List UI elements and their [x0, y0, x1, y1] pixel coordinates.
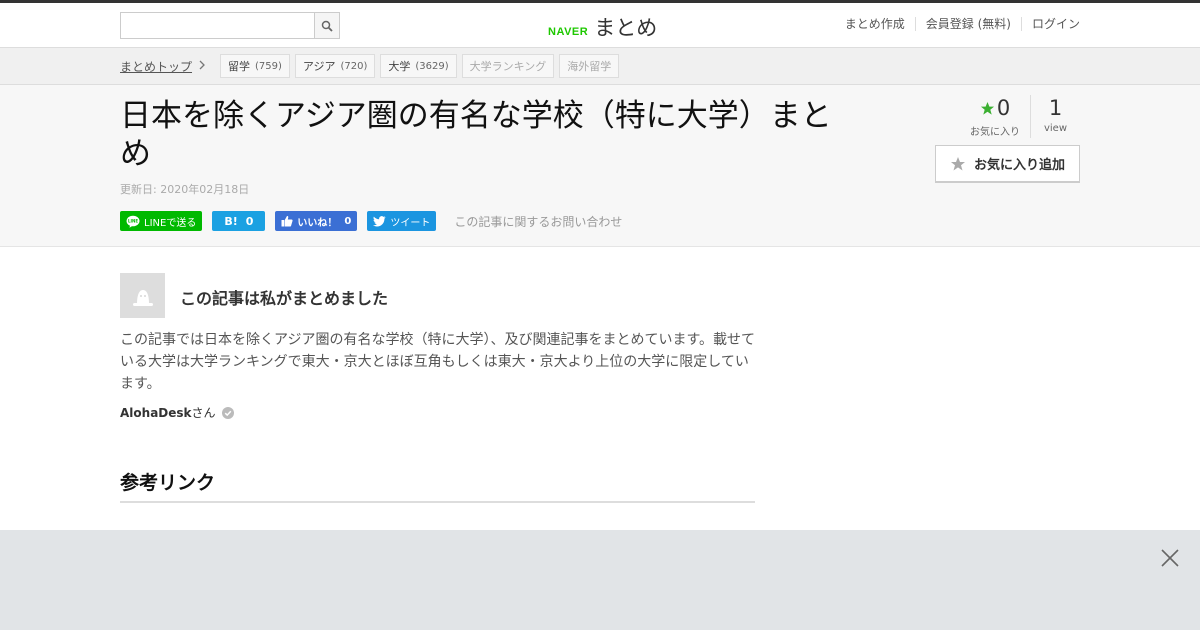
hatena-icon: B! [224, 214, 238, 228]
section-title-reference-links: 参考リンク [120, 468, 755, 503]
line-icon: LINE [126, 215, 140, 228]
star-icon [980, 101, 994, 115]
tag-label: 留学 [228, 60, 250, 73]
like-label: いいね！ [297, 217, 338, 229]
line-share-label: LINEで送る [144, 217, 197, 229]
top-bar: NAVER まとめ まとめ作成 会員登録 (無料) ログイン [0, 0, 1200, 48]
article-title: 日本を除くアジア圏の有名な学校（特に大学）まとめ [120, 98, 832, 172]
logo-matome: まとめ [594, 16, 658, 40]
create-matome-link[interactable]: まとめ作成 [835, 17, 915, 31]
favorites-label: お気に入り [970, 127, 1020, 138]
facebook-like-button[interactable]: いいね！ 0 [275, 211, 358, 231]
tag-count: (720) [340, 60, 368, 72]
author-link[interactable]: AlohaDeskさん [120, 404, 234, 421]
favorites-count: 0 [996, 96, 1011, 120]
search-icon [321, 20, 333, 32]
header-links: まとめ作成 会員登録 (無料) ログイン [835, 17, 1080, 31]
author-suffix: さん [191, 406, 216, 420]
star-icon [950, 156, 965, 170]
article-stats: 0 お気に入り 1 view [960, 95, 1080, 138]
views-count: 1 [1048, 96, 1063, 120]
search-input[interactable] [121, 13, 314, 38]
add-favorite-label: お気に入り追加 [973, 158, 1065, 173]
breadcrumb-bar: まとめトップ 留学 (759) アジア (720) 大学 (3629) 大学ラン… [0, 48, 1200, 85]
tag-label: 海外留学 [567, 60, 612, 73]
svg-text:LINE: LINE [128, 218, 138, 223]
like-count: 0 [344, 215, 352, 227]
views-label: view [1043, 123, 1068, 134]
tag-study-abroad[interactable]: 海外留学 [559, 54, 620, 78]
tweet-label: ツイート [390, 217, 431, 229]
tag-count: (759) [255, 60, 282, 72]
tag-daigaku[interactable]: 大学 (3629) [380, 54, 457, 78]
site-logo[interactable]: NAVER まとめ [548, 12, 657, 42]
search-button[interactable] [314, 13, 339, 38]
twitter-bird-icon [373, 215, 386, 226]
tag-list: 留学 (759) アジア (720) 大学 (3629) 大学ランキング 海外留… [220, 54, 620, 78]
hatena-count: 0 [245, 214, 254, 228]
line-share-button[interactable]: LINE LINEで送る [120, 211, 203, 231]
tweet-button[interactable]: ツイート [367, 211, 437, 231]
verified-check-icon [221, 406, 234, 419]
article-header: 日本を除くアジア圏の有名な学校（特に大学）まとめ 更新日: 2020年02月18… [0, 85, 1200, 247]
add-favorite-button[interactable]: お気に入り追加 [935, 145, 1080, 183]
author-name: AlohaDesk [120, 406, 192, 420]
tag-label: 大学ランキング [469, 60, 547, 73]
author-heading: この記事は私がまとめました [180, 289, 389, 308]
search-box [120, 12, 340, 39]
social-buttons: LINE LINEで送る B! 0 いいね！ 0 ツイート この記事に関するお問… [120, 211, 622, 231]
hatena-bookmark-button[interactable]: B! 0 [212, 211, 266, 231]
tag-label: アジア [302, 60, 336, 73]
breadcrumb-top-link[interactable]: まとめトップ [120, 58, 192, 75]
avatar[interactable] [120, 273, 165, 318]
favorites-stat: 0 お気に入り [960, 95, 1030, 138]
register-link[interactable]: 会員登録 (無料) [914, 17, 1021, 31]
tag-label: 大学 [388, 60, 411, 73]
ad-overlay [0, 530, 1200, 630]
inquiry-link[interactable]: この記事に関するお問い合わせ [454, 213, 622, 230]
close-icon[interactable] [1160, 548, 1180, 568]
user-avatar-icon [132, 289, 153, 306]
thumbs-up-icon [281, 215, 293, 227]
tag-university-ranking[interactable]: 大学ランキング [461, 54, 555, 78]
updated-date: 更新日: 2020年02月18日 [120, 183, 250, 196]
tag-count: (3629) [415, 60, 449, 72]
tag-ryugaku[interactable]: 留学 (759) [220, 54, 290, 78]
tag-asia[interactable]: アジア (720) [294, 54, 376, 78]
chevron-right-icon [199, 60, 205, 70]
article-description: この記事では日本を除くアジア圏の有名な学校（特に大学）、及び関連記事をまとめてい… [120, 332, 756, 392]
login-link[interactable]: ログイン [1020, 17, 1080, 31]
logo-naver: NAVER [548, 26, 589, 38]
views-stat: 1 view [1030, 95, 1080, 138]
